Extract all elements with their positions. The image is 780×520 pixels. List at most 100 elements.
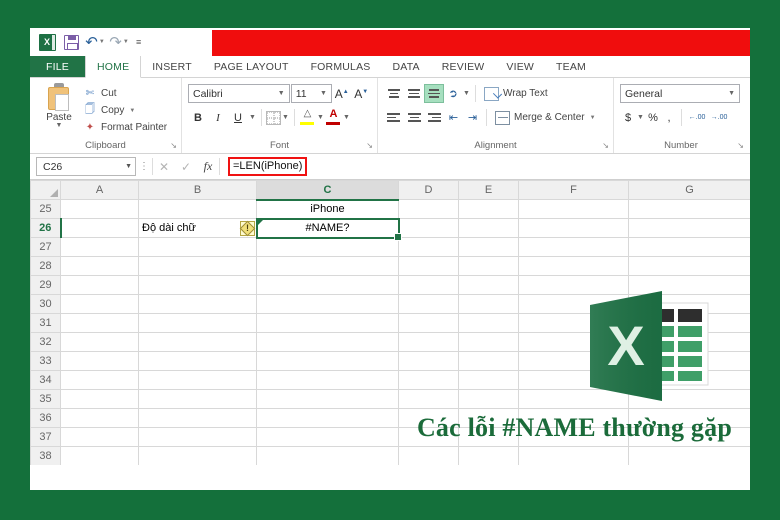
paste-dropdown-caret[interactable]: ▼ bbox=[56, 122, 63, 129]
cell-B34[interactable] bbox=[138, 370, 257, 390]
row-header-34[interactable]: 34 bbox=[30, 370, 61, 390]
cell-D38[interactable] bbox=[398, 446, 459, 465]
italic-button[interactable]: I bbox=[208, 108, 228, 127]
font-size-caret[interactable]: ▼ bbox=[318, 90, 329, 97]
cell-B31[interactable] bbox=[138, 313, 257, 333]
cell-D27[interactable] bbox=[398, 237, 459, 257]
cell-A36[interactable] bbox=[60, 408, 139, 428]
cell-B29[interactable] bbox=[138, 275, 257, 295]
cell-E27[interactable] bbox=[458, 237, 519, 257]
cell-D25[interactable] bbox=[398, 199, 459, 219]
alignment-dialog-launcher[interactable]: ↘ bbox=[602, 141, 609, 150]
cell-B33[interactable] bbox=[138, 351, 257, 371]
font-size-combo[interactable]: 11 ▼ bbox=[290, 84, 332, 103]
name-box[interactable]: C26 ▼ bbox=[36, 157, 136, 176]
number-dialog-launcher[interactable]: ↘ bbox=[737, 141, 744, 150]
cell-E33[interactable] bbox=[458, 351, 519, 371]
cell-D34[interactable] bbox=[398, 370, 459, 390]
cell-C34[interactable] bbox=[256, 370, 399, 390]
cell-G30[interactable] bbox=[628, 294, 750, 314]
row-header-37[interactable]: 37 bbox=[30, 427, 61, 447]
cell-A32[interactable] bbox=[60, 332, 139, 352]
cell-C29[interactable] bbox=[256, 275, 399, 295]
orientation-dropdown-caret[interactable]: ▼ bbox=[462, 90, 471, 97]
formula-input[interactable]: =LEN(iPhone) bbox=[224, 157, 748, 177]
undo-icon[interactable]: ↶ ▼ bbox=[84, 31, 106, 53]
row-header-26[interactable]: 26 bbox=[30, 218, 62, 238]
name-box-caret[interactable]: ▼ bbox=[125, 163, 135, 170]
column-header-f[interactable]: F bbox=[518, 180, 629, 200]
row-header-35[interactable]: 35 bbox=[30, 389, 61, 409]
cell-A31[interactable] bbox=[60, 313, 139, 333]
cell-E35[interactable] bbox=[458, 389, 519, 409]
row-header-28[interactable]: 28 bbox=[30, 256, 61, 276]
cell-C30[interactable] bbox=[256, 294, 399, 314]
cell-F38[interactable] bbox=[518, 446, 629, 465]
column-header-c[interactable]: C bbox=[256, 180, 399, 201]
row-header-33[interactable]: 33 bbox=[30, 351, 61, 371]
decrease-decimal-button[interactable]: →.00 bbox=[708, 114, 730, 122]
align-center-button[interactable] bbox=[404, 108, 424, 127]
cell-F30[interactable] bbox=[518, 294, 629, 314]
cell-C27[interactable] bbox=[256, 237, 399, 257]
cell-D32[interactable] bbox=[398, 332, 459, 352]
cell-A29[interactable] bbox=[60, 275, 139, 295]
currency-dropdown-caret[interactable]: ▼ bbox=[636, 114, 645, 121]
row-header-30[interactable]: 30 bbox=[30, 294, 61, 314]
cell-E30[interactable] bbox=[458, 294, 519, 314]
number-format-caret[interactable]: ▼ bbox=[726, 90, 737, 97]
decrease-font-size-button[interactable]: A▼ bbox=[351, 87, 371, 101]
cell-F26[interactable] bbox=[518, 218, 629, 238]
cell-B25[interactable] bbox=[138, 199, 257, 219]
column-header-e[interactable]: E bbox=[458, 180, 519, 200]
cell-E25[interactable] bbox=[458, 199, 519, 219]
cell-warning-icon[interactable]: ! bbox=[239, 220, 256, 236]
cell-G38[interactable] bbox=[628, 446, 750, 465]
redo-icon[interactable]: ↷ ▼ bbox=[108, 31, 130, 53]
cell-G26[interactable] bbox=[628, 218, 750, 238]
increase-indent-icon[interactable]: ⇥ bbox=[463, 111, 482, 124]
cell-B30[interactable] bbox=[138, 294, 257, 314]
cell-F31[interactable] bbox=[518, 313, 629, 333]
align-top-button[interactable] bbox=[384, 84, 404, 103]
cell-F25[interactable] bbox=[518, 199, 629, 219]
customize-qat-icon[interactable]: ≡ bbox=[136, 37, 141, 47]
font-name-caret[interactable]: ▼ bbox=[276, 90, 287, 97]
fill-color-dropdown-caret[interactable]: ▼ bbox=[316, 114, 325, 121]
cell-A37[interactable] bbox=[60, 427, 139, 447]
align-bottom-button[interactable] bbox=[424, 84, 444, 103]
cell-C25[interactable]: iPhone bbox=[256, 199, 399, 219]
cell-A30[interactable] bbox=[60, 294, 139, 314]
cell-C36[interactable] bbox=[256, 408, 399, 428]
cell-E28[interactable] bbox=[458, 256, 519, 276]
cell-G33[interactable] bbox=[628, 351, 750, 371]
copy-button[interactable]: 🗍 Copy ▼ bbox=[82, 102, 167, 119]
cell-A26[interactable] bbox=[60, 218, 139, 238]
borders-dropdown-caret[interactable]: ▼ bbox=[281, 114, 290, 121]
align-middle-button[interactable] bbox=[404, 84, 424, 103]
cell-C33[interactable] bbox=[256, 351, 399, 371]
tab-view[interactable]: VIEW bbox=[495, 56, 545, 77]
formula-bar-more-icon[interactable]: ⋮ bbox=[136, 161, 152, 172]
cell-F33[interactable] bbox=[518, 351, 629, 371]
cell-B32[interactable] bbox=[138, 332, 257, 352]
merge-center-button[interactable]: Merge & Center ▼ bbox=[495, 110, 596, 125]
row-header-38[interactable]: 38 bbox=[30, 446, 61, 465]
cell-D35[interactable] bbox=[398, 389, 459, 409]
font-color-dropdown-caret[interactable]: ▼ bbox=[342, 114, 351, 121]
column-header-g[interactable]: G bbox=[628, 180, 750, 200]
cell-F28[interactable] bbox=[518, 256, 629, 276]
cell-C31[interactable] bbox=[256, 313, 399, 333]
cell-D33[interactable] bbox=[398, 351, 459, 371]
tab-team[interactable]: TEAM bbox=[545, 56, 597, 77]
cell-D29[interactable] bbox=[398, 275, 459, 295]
row-header-36[interactable]: 36 bbox=[30, 408, 61, 428]
borders-icon[interactable] bbox=[266, 110, 281, 125]
cell-C37[interactable] bbox=[256, 427, 399, 447]
row-header-27[interactable]: 27 bbox=[30, 237, 61, 257]
cell-D26[interactable] bbox=[398, 218, 459, 238]
format-painter-button[interactable]: ✦ Format Painter bbox=[82, 119, 167, 136]
cell-B27[interactable] bbox=[138, 237, 257, 257]
cell-C38[interactable] bbox=[256, 446, 399, 465]
cell-C28[interactable] bbox=[256, 256, 399, 276]
